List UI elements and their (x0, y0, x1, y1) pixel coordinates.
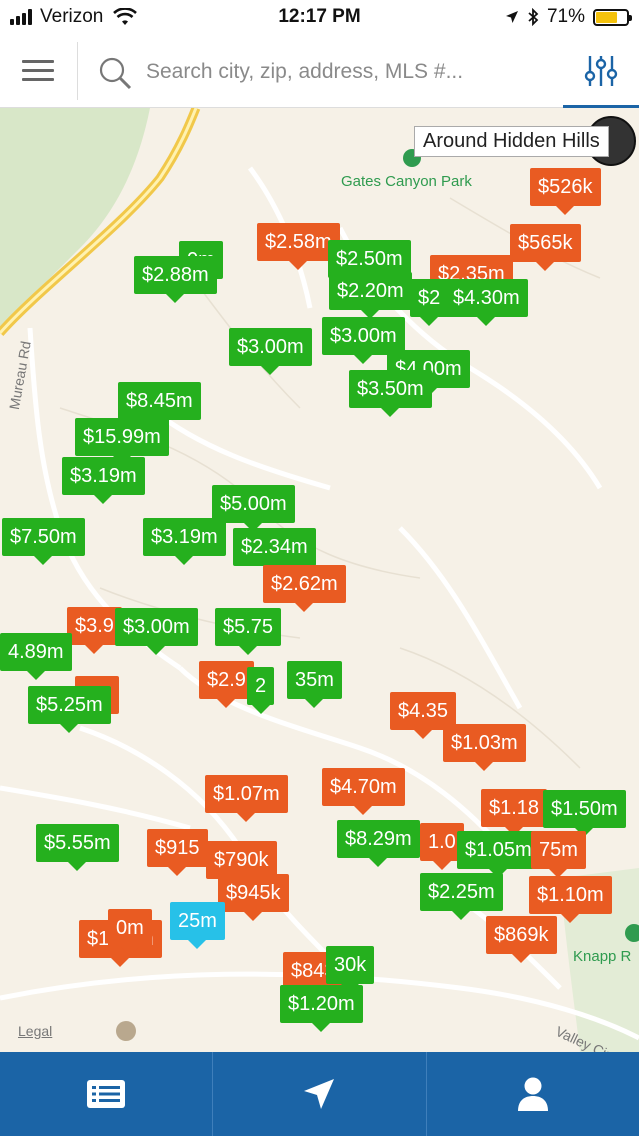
tab-list-view[interactable] (0, 1052, 214, 1136)
battery-icon (593, 8, 632, 26)
listing-pin[interactable]: $526k (530, 168, 601, 215)
area-label: Around Hidden Hills (414, 126, 609, 157)
bluetooth-icon (528, 8, 539, 26)
listing-pin[interactable]: $2 (410, 279, 449, 326)
search-input[interactable] (146, 54, 546, 90)
listing-pin[interactable]: $15.99m (75, 418, 169, 465)
header-divider (77, 42, 78, 100)
filter-active-underline (563, 105, 639, 108)
listing-pin[interactable]: 4.89m (0, 633, 72, 680)
listing-pin[interactable]: $3.00m (229, 328, 312, 375)
listing-pin[interactable]: $3.19m (62, 457, 145, 504)
location-arrow-icon (505, 11, 518, 23)
listing-pin[interactable]: $869k (486, 916, 557, 963)
battery-percent: 71% (546, 6, 585, 27)
listing-pin[interactable]: 75m (531, 831, 586, 878)
menu-button[interactable] (22, 60, 54, 84)
listing-pin[interactable]: $8.45m (118, 382, 201, 429)
listing-pin[interactable]: $8.29m (337, 820, 420, 867)
listing-pin[interactable]: $2.34m (233, 528, 316, 575)
listing-pin[interactable]: $5.55m (36, 824, 119, 871)
menu-icon-bar (22, 69, 54, 72)
listing-pin[interactable]: $3.9 (67, 607, 122, 654)
listing-pin[interactable]: $2.62m (263, 565, 346, 612)
listing-pin[interactable]: 35m (287, 661, 342, 708)
listing-pin[interactable]: $2.25m (420, 873, 503, 920)
listing-pin[interactable]: $2.20m (329, 272, 412, 319)
listing-pin[interactable]: $945k (218, 874, 289, 921)
tab-nearby[interactable] (213, 1052, 427, 1136)
poi-label: Gates Canyon Park (341, 173, 472, 190)
menu-icon-bar (22, 60, 54, 63)
listing-pin[interactable]: $1.03m (443, 724, 526, 771)
filter-button[interactable] (563, 36, 639, 108)
menu-icon-bar (22, 78, 54, 81)
listing-pin[interactable]: $1.07m (205, 775, 288, 822)
listing-pin[interactable]: $2.9 (199, 661, 254, 708)
search-icon (99, 57, 132, 90)
listing-pin[interactable]: $1.18 (481, 789, 548, 836)
listing-pin[interactable]: $3.19m (143, 518, 226, 565)
listing-pin[interactable]: 25m (170, 902, 225, 949)
profile-icon (517, 1077, 548, 1111)
poi-label: Knapp R (573, 948, 632, 965)
listing-pin[interactable]: 30k (326, 946, 375, 993)
listing-pin[interactable]: $4.70m (322, 768, 405, 815)
tab-bar (0, 1052, 639, 1136)
listing-pin[interactable]: $1.10m (529, 876, 612, 923)
listing-pin[interactable]: $565k (510, 224, 581, 271)
listing-pin[interactable]: 2 (247, 667, 275, 714)
listing-pin[interactable]: $3.00m (115, 608, 198, 655)
listing-pin[interactable]: $3.50m (349, 370, 432, 417)
listing-pin[interactable]: $1.50m (543, 790, 626, 837)
street-label: Legal (18, 1023, 53, 1039)
battery-fill (596, 11, 618, 23)
listing-pin[interactable]: $4.30m (445, 279, 528, 326)
listing-pin[interactable]: $1.20m (280, 985, 363, 1032)
listing-pin[interactable]: $5.25m (28, 686, 111, 733)
status-right: 71% (505, 6, 632, 28)
nearby-location-icon (304, 1079, 335, 1109)
tab-profile[interactable] (427, 1052, 639, 1136)
listing-pin[interactable]: $5.75 (215, 608, 282, 655)
search-header (0, 36, 639, 108)
listing-pin[interactable]: 0m (108, 909, 152, 956)
filter-sliders-icon (584, 56, 618, 86)
listing-pin[interactable]: $2.88m (134, 256, 217, 303)
status-bar: Verizon 12:17 PM 71% (0, 0, 639, 36)
listing-pin[interactable]: $7.50m (2, 518, 85, 565)
list-view-icon (87, 1080, 126, 1108)
map-view[interactable]: Gates Canyon Park Knapp R Mureau Rd Vall… (0, 108, 639, 1052)
listing-pin[interactable]: $915 (147, 829, 208, 876)
listing-pin[interactable]: $1.05m (457, 831, 540, 878)
